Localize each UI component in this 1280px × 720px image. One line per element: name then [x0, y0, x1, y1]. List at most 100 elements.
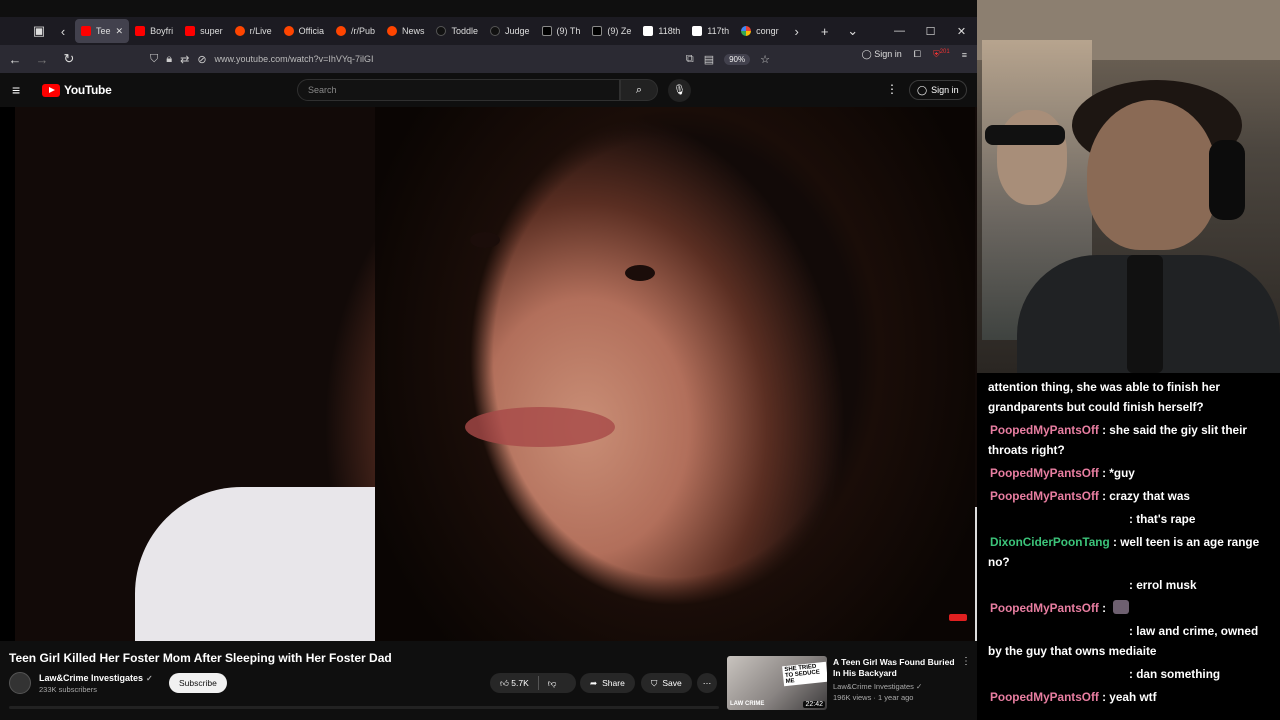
youtube-favicon-icon	[81, 26, 91, 36]
extensions-icon[interactable]: ⧠	[914, 49, 921, 60]
search-input[interactable]: Search	[297, 79, 620, 101]
tab[interactable]: Toddle	[430, 19, 484, 43]
chat-username[interactable]: PoopedMyPantsOff	[990, 423, 1099, 437]
menu-icon[interactable]: ≡	[12, 82, 28, 98]
tab[interactable]: congr	[735, 19, 785, 43]
tab[interactable]: /r/Pub	[330, 19, 381, 43]
save-button[interactable]: ⛉ Save	[641, 673, 692, 693]
tabs-scroll-right-icon[interactable]: ›	[785, 19, 809, 43]
voice-search-button[interactable]: 🎙︎	[668, 79, 691, 102]
tab[interactable]: (9) Ze	[586, 19, 637, 43]
address-bar[interactable]: ⛉ 🔒︎ ⇄ ⊘ www.youtube.com/watch?v=IhVYq-7…	[150, 48, 770, 70]
chat-message: attention thing, she was able to finish …	[988, 377, 1269, 417]
tab[interactable]: (9) Th	[536, 19, 587, 43]
chat-text: errol musk	[1136, 578, 1197, 592]
more-horizontal-icon: ⋯	[702, 677, 712, 688]
screenshot-icon[interactable]: ⧉	[686, 53, 694, 66]
site-favicon-icon	[490, 26, 501, 36]
subscriber-count: 233K subscribers	[39, 685, 97, 694]
ublock-icon[interactable]: ⛨201	[933, 49, 950, 60]
chat-username[interactable]: PoopedMyPantsOff	[990, 601, 1099, 615]
forward-icon[interactable]: →	[30, 47, 54, 71]
toolbar-right: ◯ Sign in ⧠ ⛨201 ≡	[862, 49, 967, 60]
bookmark-star-icon[interactable]: ☆	[760, 53, 770, 66]
recommended-meta: 196K views · 1 year ago	[833, 693, 914, 702]
chat-username[interactable]: PoopedMyPantsOff	[990, 489, 1099, 503]
tab[interactable]: r/Live	[229, 19, 278, 43]
tab[interactable]: Officia	[278, 19, 330, 43]
tab[interactable]: Boyfri	[129, 19, 179, 43]
subscribe-button[interactable]: Subscribe	[169, 673, 227, 693]
close-tab-icon[interactable]: ✕	[116, 26, 124, 37]
channel-avatar[interactable]	[9, 672, 31, 694]
account-signin-label: Sign in	[874, 49, 902, 59]
tab-active[interactable]: Tee ✕	[75, 19, 130, 43]
app-menu-icon[interactable]: ≡	[962, 50, 967, 60]
video-subject-mouth	[465, 407, 615, 447]
search-button[interactable]: ⌕	[620, 79, 658, 101]
maximize-icon[interactable]: ☐	[915, 25, 946, 38]
screen: ▣ ‹ Tee ✕ Boyfri super r/Live Officia /r…	[0, 0, 1280, 720]
tab-label: Judge	[505, 26, 530, 36]
tab[interactable]: 118th	[637, 19, 686, 43]
like-button[interactable]: 👍︎ 5.7K	[500, 678, 529, 689]
google-favicon-icon	[741, 26, 752, 36]
more-actions-button[interactable]: ⋯	[697, 673, 717, 693]
zoom-level[interactable]: 90%	[724, 53, 751, 65]
back-icon[interactable]: ←	[3, 47, 27, 71]
chat-message: : that's rape	[1129, 512, 1196, 526]
ublock-count: 201	[939, 49, 950, 55]
reddit-favicon-icon	[283, 26, 294, 36]
tab[interactable]: News	[381, 19, 431, 43]
recommended-channel[interactable]: Law&Crime Investigates ✓	[833, 682, 922, 691]
video-subject-hair	[375, 107, 975, 641]
share-button[interactable]: ➦ Share	[580, 673, 635, 693]
new-tab-icon[interactable]: +	[813, 19, 837, 43]
chat-message: PoopedMyPantsOff : *guy	[990, 466, 1135, 480]
recommended-video[interactable]: SHE TRIED TO SEDUCE ME LAW CRIME 22:42 A…	[727, 656, 972, 712]
youtube-signin-label: Sign in	[931, 85, 959, 95]
video-watermark	[949, 614, 967, 621]
dislike-button[interactable]: 👎︎	[548, 678, 557, 689]
tab-label: (9) Th	[556, 26, 581, 36]
search-icon: ⌕	[635, 83, 643, 96]
tab[interactable]: 117th	[686, 19, 735, 43]
close-window-icon[interactable]: ✕	[946, 25, 977, 38]
chat-username[interactable]: PoopedMyPantsOff	[990, 690, 1099, 704]
recommended-title[interactable]: A Teen Girl Was Found Buried In His Back…	[833, 657, 961, 679]
chat-username[interactable]: DixonCiderPoonTang	[990, 535, 1110, 549]
tab-overview-icon[interactable]: ▣	[27, 19, 51, 43]
tab-label: super	[200, 26, 223, 36]
account-button[interactable]: ◯ Sign in	[862, 49, 902, 60]
horizontal-scrollbar[interactable]	[9, 706, 719, 709]
url-text[interactable]: www.youtube.com/watch?v=IhVYq-7ilGI	[215, 54, 374, 64]
tab-label: Toddle	[451, 26, 479, 36]
recommended-thumbnail[interactable]: SHE TRIED TO SEDUCE ME LAW CRIME 22:42	[727, 656, 827, 710]
shield-icon[interactable]: ⛉	[150, 53, 158, 66]
tab[interactable]: super	[179, 19, 229, 43]
permissions-icon[interactable]: ⇄	[180, 53, 189, 66]
like-dislike-group: 👍︎ 5.7K 👎︎	[490, 673, 576, 693]
video-player[interactable]	[0, 107, 977, 641]
tab[interactable]: Judge	[484, 19, 536, 43]
tabs-scroll-left-icon[interactable]: ‹	[51, 19, 75, 43]
reader-view-icon[interactable]: ▤	[704, 53, 714, 66]
youtube-logo[interactable]: YouTube	[42, 83, 112, 97]
minimize-icon[interactable]: —	[884, 25, 915, 38]
chat-username[interactable]: PoopedMyPantsOff	[990, 466, 1099, 480]
list-all-tabs-icon[interactable]: ⌄	[841, 19, 865, 43]
reddit-favicon-icon	[386, 26, 397, 36]
reload-icon[interactable]: ↻	[57, 47, 81, 71]
channel-name[interactable]: Law&Crime Investigates ✓	[39, 673, 153, 683]
thumbs-down-icon: 👎︎	[547, 677, 557, 688]
autoplay-blocked-icon[interactable]: ⊘	[197, 53, 206, 66]
tab-label: Officia	[298, 26, 324, 36]
wikipedia-favicon-icon	[643, 26, 654, 36]
thumbnail-caption: SHE TRIED TO SEDUCE ME	[782, 661, 827, 687]
recommended-more-icon[interactable]: ⋮	[961, 656, 971, 667]
lock-icon[interactable]: 🔒︎	[166, 53, 172, 66]
address-bar-actions: ⧉ ▤ 90% ☆	[686, 53, 770, 66]
youtube-signin-button[interactable]: ◯ Sign in	[909, 80, 967, 100]
more-options-icon[interactable]: ⋮	[886, 82, 898, 96]
channel-name-text: Law&Crime Investigates	[39, 673, 144, 683]
